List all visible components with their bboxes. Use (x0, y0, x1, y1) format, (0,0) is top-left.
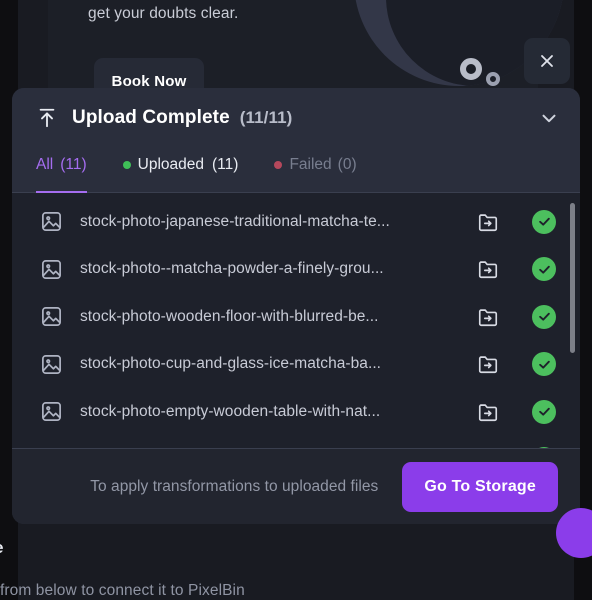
check-circle-icon (538, 360, 550, 369)
tab-all-label: All (36, 156, 54, 173)
upload-icon (39, 108, 55, 128)
go-to-storage-button[interactable]: Go To Storage (402, 461, 558, 512)
chevron-down-icon[interactable] (538, 107, 560, 129)
check-circle-icon (538, 265, 550, 274)
move-to-folder-icon[interactable] (477, 401, 499, 423)
filter-tabs: All (11) Uploaded (11) Failed (0) (12, 148, 580, 193)
background-clipped-text-left: e (0, 538, 3, 558)
check-circle-icon (538, 408, 550, 416)
tab-uploaded-count: (11) (212, 156, 239, 173)
table-row[interactable]: stock-photo-wooden-floor-with-blurred-be… (12, 293, 580, 341)
table-row[interactable]: stock-photo-japanese-traditional-matcha-… (12, 198, 580, 246)
footer-note: To apply transformations to uploaded fil… (90, 477, 379, 495)
move-to-folder-icon[interactable] (477, 211, 499, 233)
image-icon (42, 354, 61, 374)
background-clipped-text-bottom: from below to connect it to PixelBin (0, 582, 245, 599)
status-dot-uploaded (122, 161, 131, 169)
status-badge (532, 447, 556, 448)
background-paragraph: get your doubts clear. (88, 5, 239, 22)
tab-failed[interactable]: Failed (0) (274, 148, 357, 192)
tab-all[interactable]: All (11) (36, 148, 87, 193)
move-to-folder-icon[interactable] (477, 353, 499, 375)
file-name: stock-photo-japanese-traditional-matcha-… (80, 212, 390, 230)
upload-panel-footer: To apply transformations to uploaded fil… (12, 448, 580, 524)
status-badge (532, 352, 556, 377)
table-row[interactable]: stock-photo-cup-and-glass-ice-matcha-ba.… (12, 436, 580, 448)
decorative-circle-small (486, 72, 500, 86)
table-row[interactable]: stock-photo-cup-and-glass-ice-matcha-ba.… (12, 341, 580, 389)
close-icon (541, 55, 553, 67)
tab-failed-label: Failed (289, 156, 332, 173)
move-to-folder-icon[interactable] (477, 306, 499, 328)
upload-panel: Upload Complete (11/11) All (11) Uploade… (12, 88, 580, 524)
tab-uploaded[interactable]: Uploaded (11) (122, 148, 239, 192)
image-icon (42, 307, 61, 327)
file-name: stock-photo--matcha-powder-a-finely-grou… (80, 260, 384, 278)
tab-all-count: (11) (60, 156, 87, 173)
table-row[interactable]: stock-photo-empty-wooden-table-with-nat.… (12, 388, 580, 436)
image-icon (42, 402, 61, 422)
file-list-scrollbar[interactable] (570, 203, 575, 448)
table-row[interactable]: stock-photo--matcha-powder-a-finely-grou… (12, 246, 580, 294)
status-badge (532, 209, 556, 234)
panel-title: Upload Complete (72, 107, 230, 128)
upload-panel-header: Upload Complete (11/11) (12, 88, 580, 148)
image-icon (42, 259, 61, 279)
close-button[interactable] (524, 38, 570, 84)
tab-uploaded-label: Uploaded (137, 156, 205, 173)
panel-count: (11/11) (239, 108, 293, 127)
status-dot-failed (274, 161, 283, 169)
status-badge (532, 257, 556, 282)
check-circle-icon (538, 218, 550, 226)
tab-failed-count: (0) (337, 156, 357, 173)
decorative-circle-large (460, 58, 482, 80)
status-badge (532, 304, 556, 329)
image-icon (42, 212, 61, 232)
file-list[interactable]: stock-photo-japanese-traditional-matcha-… (12, 193, 580, 448)
file-name: stock-photo-empty-wooden-table-with-nat.… (80, 402, 381, 420)
file-name: stock-photo-wooden-floor-with-blurred-be… (80, 307, 379, 325)
check-circle-icon (538, 313, 550, 321)
screen: get your doubts clear. Book Now e from b… (0, 0, 592, 600)
status-badge (532, 399, 556, 424)
file-name: stock-photo-cup-and-glass-ice-matcha-ba.… (80, 355, 382, 373)
scrollbar-thumb[interactable] (570, 203, 575, 353)
move-to-folder-icon[interactable] (477, 258, 499, 280)
